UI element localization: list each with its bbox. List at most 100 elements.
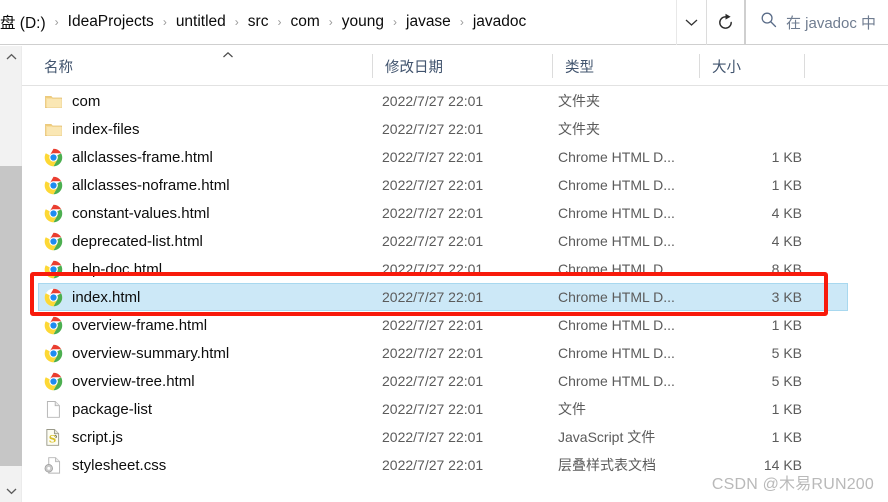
cell-name[interactable]: constant-values.html bbox=[44, 204, 210, 223]
file-list[interactable]: com 2022/7/27 22:01 文件夹 index-files 2022/7/2… bbox=[22, 87, 888, 502]
chrome-icon bbox=[44, 316, 63, 335]
table-row[interactable]: package-list 2022/7/27 22:01 文件 1 KB bbox=[22, 395, 888, 423]
js-file-icon: S bbox=[44, 428, 63, 447]
chrome-icon bbox=[44, 260, 63, 279]
file-name-label: stylesheet.css bbox=[72, 456, 167, 474]
chevron-up-icon[interactable] bbox=[0, 46, 22, 68]
file-name-label: overview-tree.html bbox=[72, 372, 195, 390]
file-explorer-window: 盘 (D:) › IdeaProjects › untitled › src › com › you… bbox=[0, 0, 888, 502]
table-row[interactable]: com 2022/7/27 22:01 文件夹 bbox=[22, 87, 888, 115]
breadcrumb-item[interactable]: IdeaProjects bbox=[64, 11, 158, 33]
breadcrumb-separator: › bbox=[459, 15, 464, 29]
folder-icon bbox=[44, 92, 63, 111]
cell-name[interactable]: deprecated-list.html bbox=[44, 232, 203, 251]
cell-size: 1 KB bbox=[771, 401, 802, 417]
cell-type: Chrome HTML D... bbox=[558, 233, 675, 249]
breadcrumb-item[interactable]: young bbox=[338, 11, 388, 33]
cell-date-modified: 2022/7/27 22:01 bbox=[382, 429, 484, 445]
breadcrumb-item[interactable]: com bbox=[286, 11, 323, 33]
cell-name[interactable]: Sscript.js bbox=[44, 428, 123, 447]
breadcrumb[interactable]: 盘 (D:) › IdeaProjects › untitled › src › com › you… bbox=[0, 9, 676, 35]
file-name-label: overview-frame.html bbox=[72, 316, 208, 334]
breadcrumb-separator: › bbox=[54, 15, 59, 29]
cell-size: 8 KB bbox=[771, 261, 802, 277]
cell-date-modified: 2022/7/27 22:01 bbox=[382, 345, 484, 361]
breadcrumb-separator: › bbox=[162, 15, 167, 29]
cell-date-modified: 2022/7/27 22:01 bbox=[382, 289, 484, 305]
cell-date-modified: 2022/7/27 22:01 bbox=[382, 261, 484, 277]
breadcrumb-item[interactable]: javadoc bbox=[469, 11, 530, 33]
cell-type: Chrome HTML D... bbox=[558, 205, 675, 221]
cell-name[interactable]: index-files bbox=[44, 120, 140, 139]
column-header-name[interactable]: 名称 bbox=[32, 46, 373, 86]
cell-type: Chrome HTML D... bbox=[558, 177, 675, 193]
cell-name[interactable]: package-list bbox=[44, 400, 152, 419]
file-name-label: deprecated-list.html bbox=[72, 232, 203, 250]
cell-date-modified: 2022/7/27 22:01 bbox=[382, 177, 484, 193]
address-bar[interactable]: 盘 (D:) › IdeaProjects › untitled › src › com › you… bbox=[0, 0, 745, 45]
cell-name[interactable]: allclasses-noframe.html bbox=[44, 176, 230, 195]
table-row[interactable]: overview-frame.html 2022/7/27 22:01 Chrome… bbox=[22, 311, 888, 339]
breadcrumb-separator: › bbox=[277, 15, 282, 29]
column-header-date[interactable]: 修改日期 bbox=[373, 46, 553, 86]
table-row[interactable]: help-doc.html 2022/7/27 22:01 Chrome HTML … bbox=[22, 255, 888, 283]
cell-type: 文件 bbox=[558, 401, 586, 417]
cell-type: JavaScript 文件 bbox=[558, 429, 656, 445]
search-input[interactable]: 在 javadoc 中 bbox=[745, 0, 888, 45]
breadcrumb-item[interactable]: src bbox=[244, 11, 273, 33]
breadcrumb-item[interactable]: 盘 (D:) bbox=[0, 9, 50, 35]
breadcrumb-item[interactable]: javase bbox=[402, 11, 455, 33]
cell-type: 文件夹 bbox=[558, 121, 600, 137]
refresh-icon[interactable] bbox=[706, 0, 744, 45]
column-divider[interactable] bbox=[804, 54, 805, 78]
table-row[interactable]: overview-tree.html 2022/7/27 22:01 Chrome … bbox=[22, 367, 888, 395]
table-row[interactable]: allclasses-noframe.html 2022/7/27 22:01 Ch… bbox=[22, 171, 888, 199]
column-header-type[interactable]: 类型 bbox=[553, 46, 700, 86]
table-row[interactable]: constant-values.html 2022/7/27 22:01 Chrom… bbox=[22, 199, 888, 227]
chevron-down-icon[interactable] bbox=[676, 0, 706, 45]
column-header-row: 名称 修改日期 类型 大小 bbox=[22, 46, 888, 86]
chevron-down-icon[interactable] bbox=[0, 480, 22, 502]
cell-type: Chrome HTML D... bbox=[558, 317, 675, 333]
table-row[interactable]: overview-summary.html 2022/7/27 22:01 Chro… bbox=[22, 339, 888, 367]
cell-date-modified: 2022/7/27 22:01 bbox=[382, 93, 484, 109]
cell-size: 3 KB bbox=[771, 289, 802, 305]
column-header-type-label: 类型 bbox=[565, 59, 594, 76]
chrome-icon bbox=[44, 232, 63, 251]
column-header-name-label: 名称 bbox=[44, 59, 73, 76]
table-row[interactable]: allclasses-frame.html 2022/7/27 22:01 Chro… bbox=[22, 143, 888, 171]
chrome-icon bbox=[44, 176, 63, 195]
file-name-label: index-files bbox=[72, 120, 140, 138]
file-name-label: constant-values.html bbox=[72, 204, 210, 222]
cell-name[interactable]: overview-frame.html bbox=[44, 316, 207, 335]
cell-name[interactable]: overview-summary.html bbox=[44, 344, 229, 363]
cell-size: 1 KB bbox=[771, 177, 802, 193]
cell-name[interactable]: help-doc.html bbox=[44, 260, 162, 279]
breadcrumb-separator: › bbox=[328, 15, 333, 29]
cell-name[interactable]: overview-tree.html bbox=[44, 372, 195, 391]
cell-name[interactable]: com bbox=[44, 92, 100, 111]
file-name-label: overview-summary.html bbox=[72, 344, 230, 362]
table-row[interactable]: deprecated-list.html 2022/7/27 22:01 Chrom… bbox=[22, 227, 888, 255]
cell-size: 5 KB bbox=[771, 345, 802, 361]
sort-ascending-icon bbox=[222, 50, 234, 62]
blank-file-icon bbox=[44, 400, 63, 419]
table-row[interactable]: index-files 2022/7/27 22:01 文件夹 bbox=[22, 115, 888, 143]
table-row[interactable]: index.html 2022/7/27 22:01 Chrome HTML D..… bbox=[22, 283, 888, 311]
scrollbar-thumb[interactable] bbox=[0, 166, 22, 466]
cell-date-modified: 2022/7/27 22:01 bbox=[382, 205, 484, 221]
folder-icon bbox=[44, 120, 63, 139]
breadcrumb-item[interactable]: untitled bbox=[172, 11, 230, 33]
cell-date-modified: 2022/7/27 22:01 bbox=[382, 401, 484, 417]
chrome-icon bbox=[44, 148, 63, 167]
cell-name[interactable]: index.html bbox=[44, 288, 140, 307]
cell-type: 层叠样式表文档 bbox=[558, 457, 656, 473]
cell-size: 1 KB bbox=[771, 429, 802, 445]
cell-size: 1 KB bbox=[771, 317, 802, 333]
column-header-size[interactable]: 大小 bbox=[700, 46, 805, 86]
column-header-date-label: 修改日期 bbox=[385, 59, 443, 76]
cell-name[interactable]: allclasses-frame.html bbox=[44, 148, 213, 167]
vertical-scrollbar[interactable] bbox=[0, 46, 22, 502]
table-row[interactable]: Sscript.js 2022/7/27 22:01 JavaScript 文件 1 … bbox=[22, 423, 888, 451]
cell-name[interactable]: stylesheet.css bbox=[44, 456, 166, 475]
